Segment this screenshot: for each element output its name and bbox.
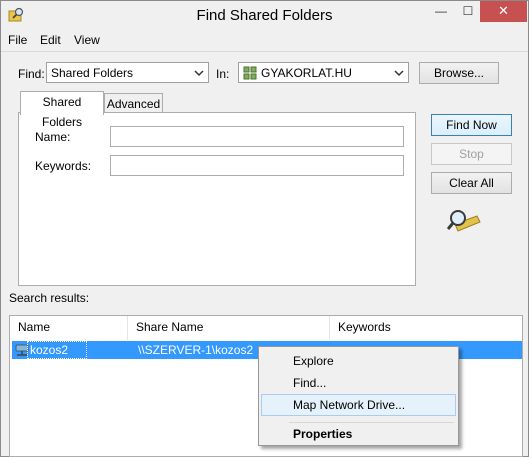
menu-edit[interactable]: Edit [40,33,61,47]
name-label: Name: [35,130,71,144]
shared-folders-panel: Name: Keywords: [18,112,416,286]
chevron-down-icon [194,70,204,77]
context-item-find[interactable]: Find... [261,372,456,394]
clear-all-button[interactable]: Clear All [431,172,512,194]
context-item-map-network-drive[interactable]: Map Network Drive... [261,394,456,416]
tab-shared-folders[interactable]: Shared Folders [20,91,104,129]
find-type-select[interactable]: Shared Folders [46,62,209,83]
menu-divider [1,51,528,52]
column-header-keywords[interactable]: Keywords [330,316,522,340]
column-header-name[interactable]: Name [10,316,128,340]
menu-file[interactable]: File [8,33,27,47]
column-header-share-name[interactable]: Share Name [128,316,330,340]
search-magnifier-icon [447,210,481,232]
in-label: In: [216,67,230,81]
maximize-button[interactable]: ☐ [455,1,481,22]
context-item-explore[interactable]: Explore [261,350,456,372]
browse-button[interactable]: Browse... [419,62,499,84]
context-item-properties[interactable]: Properties [261,423,456,445]
close-button[interactable]: ✕ [480,1,527,22]
keywords-field[interactable] [110,155,404,176]
title-bar[interactable]: Find Shared Folders — ☐ ✕ [1,1,528,31]
minimize-button[interactable]: — [428,1,454,22]
search-location-select[interactable]: GYAKORLAT.HU [238,62,409,83]
row-share-name: \\SZERVER-1\kozos2 [138,343,254,357]
row-name: kozos2 [30,343,69,357]
search-results-label: Search results: [9,291,90,305]
domain-icon [243,66,257,80]
menu-bar: File Edit View [1,31,528,51]
search-location-value: GYAKORLAT.HU [261,66,352,80]
chevron-down-icon [394,70,404,77]
find-label: Find: [18,67,45,81]
find-type-value: Shared Folders [51,66,134,80]
menu-view[interactable]: View [74,33,100,47]
name-field[interactable] [110,126,404,147]
stop-button[interactable]: Stop [431,143,512,165]
keywords-label: Keywords: [35,159,92,173]
find-now-button[interactable]: Find Now [431,114,512,136]
context-menu: Explore Find... Map Network Drive... Pro… [258,346,459,446]
find-shared-folders-window: Find Shared Folders — ☐ ✕ File Edit View… [0,0,529,457]
